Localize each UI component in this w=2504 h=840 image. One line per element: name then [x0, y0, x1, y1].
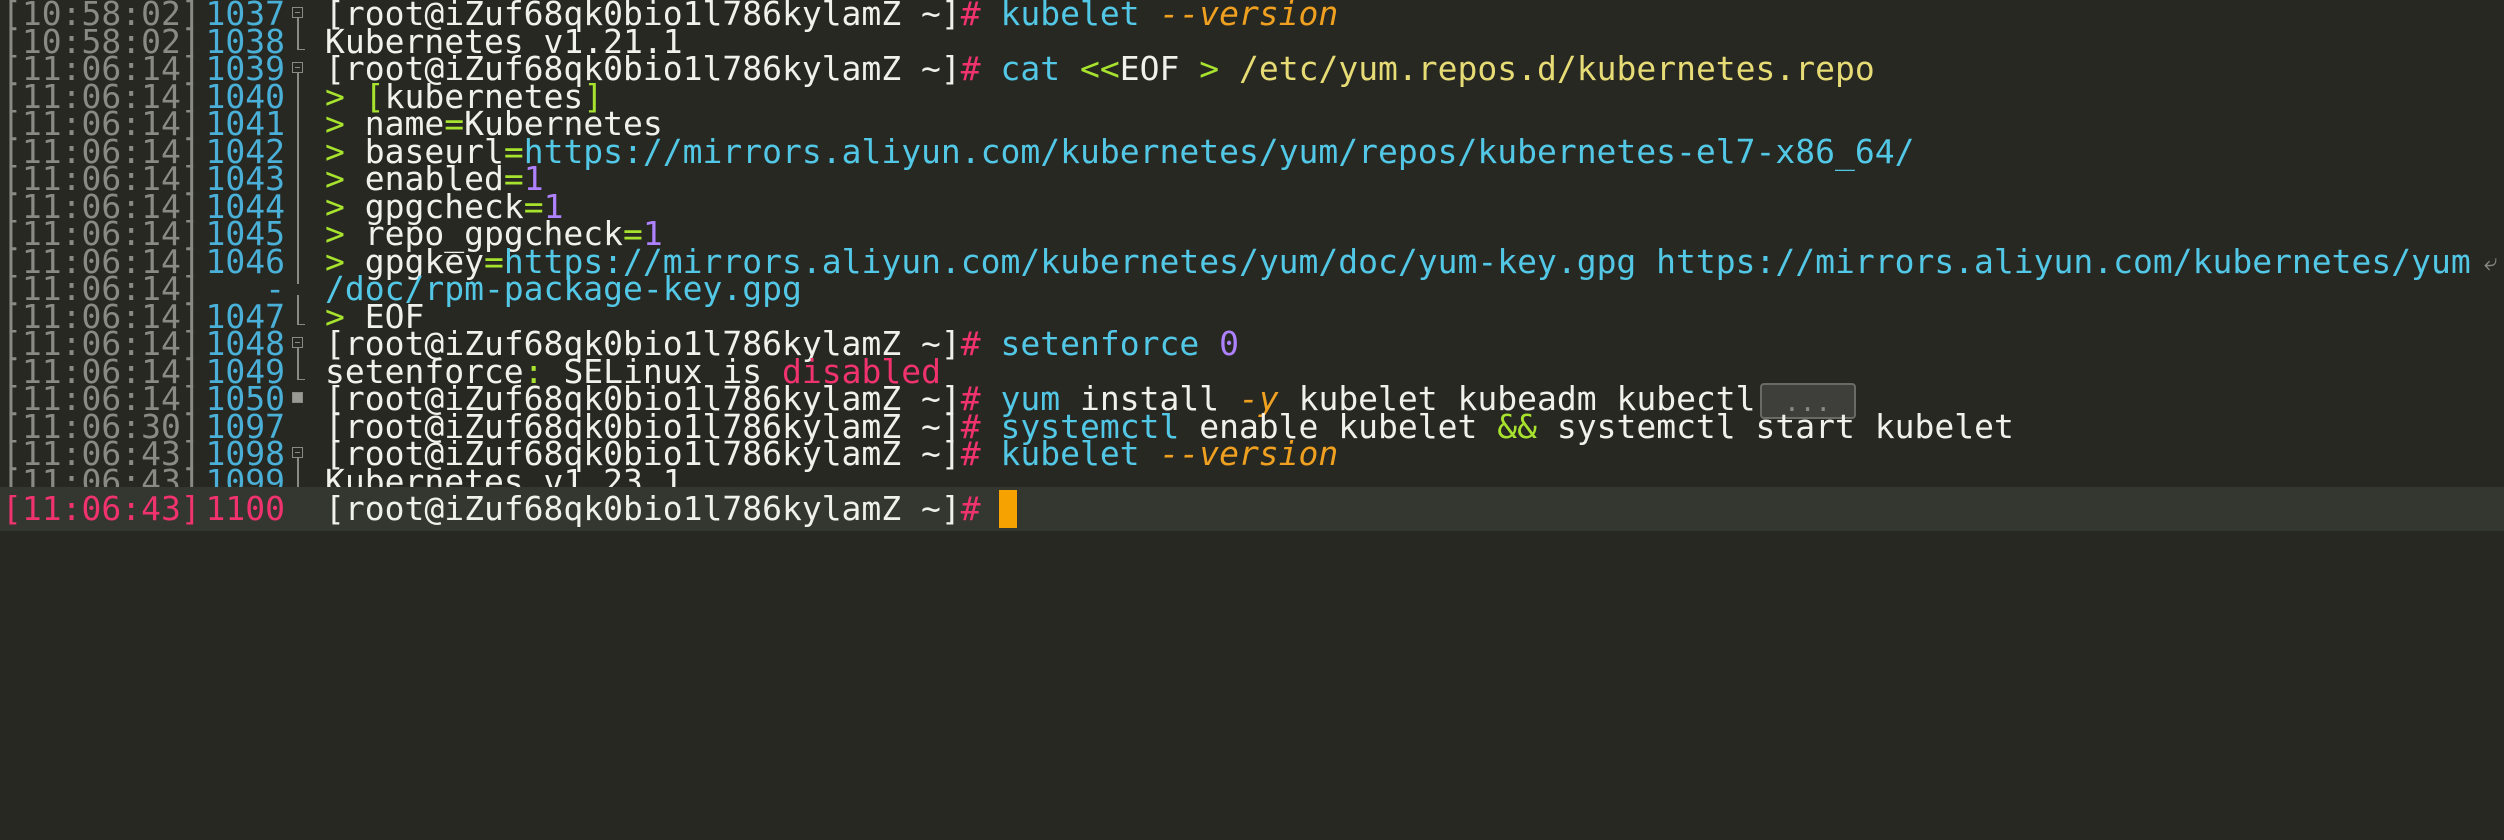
- timestamp: [11:06:43]: [2, 489, 201, 528]
- shell-prompt: [root@iZuf68qk0bio1l786kylamZ ~]: [325, 489, 961, 528]
- line-content[interactable]: [root@iZuf68qk0bio1l786kylamZ ~]#: [325, 487, 1017, 531]
- line-gutter: [11:06:43] 1100: [0, 487, 310, 531]
- prompt-hash: #: [960, 489, 981, 528]
- terminal-window[interactable]: [10:58:02] 1037 [root@iZuf68qk0bio1l786k…: [0, 0, 2504, 840]
- terminal-line-current[interactable]: [11:06:43] 1100 [root@iZuf68qk0bio1l786k…: [0, 487, 2504, 531]
- line-number: 1100: [205, 489, 285, 528]
- text-cursor: [998, 489, 1017, 528]
